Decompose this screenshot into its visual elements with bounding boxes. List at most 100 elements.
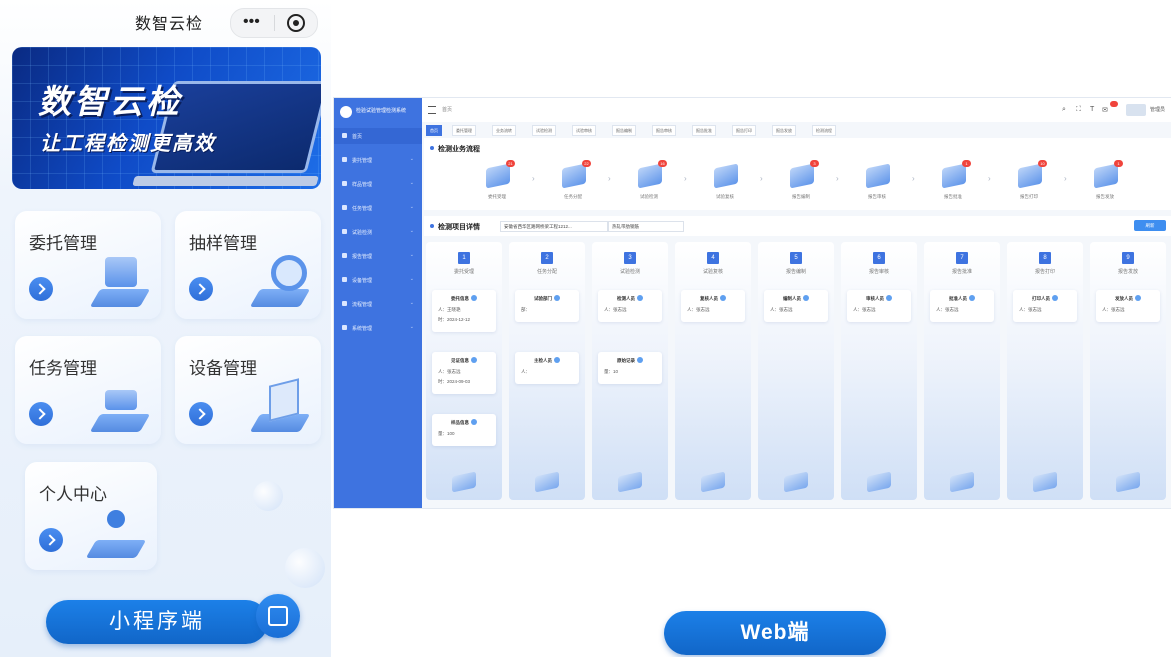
- flow-step[interactable]: 16 试验检测 ›: [624, 160, 687, 206]
- arrow-right-icon[interactable]: [39, 528, 63, 552]
- info-card[interactable]: 批准人员 人：张志远: [930, 290, 994, 322]
- mail-icon[interactable]: ✉: [1102, 106, 1108, 114]
- step-count-badge: 21: [506, 160, 515, 167]
- info-card[interactable]: 试验部门 部：: [515, 290, 579, 322]
- card-entrust[interactable]: 委托管理: [15, 211, 161, 319]
- chevron-down-icon: ⌄: [409, 252, 414, 258]
- refresh-button[interactable]: 刷新: [1134, 220, 1166, 231]
- info-card[interactable]: 打印人员 人：张志远: [1013, 290, 1077, 322]
- tab-test-flow[interactable]: 检测流程: [812, 125, 836, 136]
- flow-step[interactable]: 报告审核 ›: [852, 160, 915, 206]
- card-device[interactable]: 设备管理: [175, 336, 321, 444]
- stage-illustration-icon: [618, 471, 642, 493]
- info-card[interactable]: 主检人员 人：: [515, 352, 579, 384]
- font-size-icon[interactable]: T: [1090, 106, 1094, 113]
- stage-title: 报告审核: [868, 269, 889, 275]
- web-client-button[interactable]: Web端: [664, 611, 886, 655]
- tab-strip: 首页 委托管理 业务流转 试验检测 试验审核 报告编制 报告审核 报告批准 报告…: [422, 124, 1171, 136]
- step-count-badge: 1: [962, 160, 971, 167]
- info-card-line: 时：2024-09-03: [438, 379, 471, 384]
- logo-icon: [340, 106, 352, 118]
- business-flow-panel: 检测业务流程 21 委托受理 › 22 任务分配 › 16 试验检测 › 试验复核 › 3 报告编制 › 报…: [424, 138, 1171, 210]
- tab-business[interactable]: 业务流转: [492, 125, 516, 136]
- step-count-badge: 22: [582, 160, 591, 167]
- info-card-line: 人：张志远: [687, 307, 710, 312]
- tab-report-audit[interactable]: 报告审核: [652, 125, 676, 136]
- tab-report-edit[interactable]: 报告编制: [612, 125, 636, 136]
- card-label: 设备管理: [189, 359, 257, 378]
- stage-index: 4: [707, 252, 719, 264]
- step-icon: [1018, 163, 1042, 189]
- sidebar-item-task[interactable]: 任务管理 ⌄: [334, 200, 422, 216]
- card-profile[interactable]: 个人中心: [25, 462, 157, 570]
- project-select[interactable]: 安徽省西华区路网桥梁工程1212...: [500, 221, 608, 232]
- info-card[interactable]: 委托信息 人：王晓艳 时：2024-12-12: [432, 290, 496, 332]
- avatar[interactable]: [1126, 104, 1146, 116]
- close-target-icon[interactable]: [287, 14, 305, 32]
- tab-test[interactable]: 试验检测: [532, 125, 556, 136]
- tab-entrust[interactable]: 委托管理: [452, 125, 476, 136]
- stage-title: 试验检测: [619, 269, 640, 275]
- card-task[interactable]: 任务管理: [15, 336, 161, 444]
- flow-step[interactable]: 22 任务分配 ›: [548, 160, 611, 206]
- sidebar-item-flow[interactable]: 流程管理 ⌄: [334, 296, 422, 312]
- flow-step[interactable]: 1 报告发放: [1080, 160, 1130, 206]
- mini-program-button[interactable]: 小程序端: [46, 600, 268, 644]
- info-card-line: 量：10: [604, 369, 619, 374]
- search-icon[interactable]: ⌕: [1062, 106, 1066, 114]
- card-label: 个人中心: [39, 485, 107, 504]
- info-card-line: 人：张志远: [1102, 307, 1125, 312]
- tab-home[interactable]: 首页: [426, 125, 442, 136]
- info-card[interactable]: 见证信息 人：张志远 时：2024-09-03: [432, 352, 496, 394]
- step-count-badge: 1: [1114, 160, 1123, 167]
- flow-step[interactable]: 3 报告编制 ›: [776, 160, 839, 206]
- card-sampling[interactable]: 抽样管理: [175, 211, 321, 319]
- info-card[interactable]: 复核人员 人：张志远: [681, 290, 745, 322]
- menu-toggle-icon[interactable]: [428, 106, 436, 114]
- sidebar-item-device[interactable]: 设备管理 ⌄: [334, 272, 422, 288]
- arrow-right-icon[interactable]: [189, 277, 213, 301]
- arrow-right-icon[interactable]: [189, 402, 213, 426]
- mini-program-button-label: 小程序端: [109, 610, 205, 633]
- stage-column: 6 报告审核 审核人员 人：张志远: [841, 242, 917, 500]
- capsule-menu[interactable]: •••: [230, 8, 318, 38]
- tab-report-issue[interactable]: 报告发放: [772, 125, 796, 136]
- flow-step[interactable]: 21 委托受理 ›: [472, 160, 535, 206]
- sidebar-item-sample[interactable]: 样品管理 ⌄: [334, 176, 422, 192]
- user-name[interactable]: 管理员: [1150, 106, 1165, 113]
- flow-step[interactable]: 1 报告批准 ›: [928, 160, 991, 206]
- item-select[interactable]: 热轧带肋钢筋: [608, 221, 684, 232]
- more-icon[interactable]: •••: [243, 13, 260, 31]
- card-label: 抽样管理: [189, 234, 257, 253]
- sidebar-item-system[interactable]: 系统管理 ⌄: [334, 320, 422, 336]
- tab-report-approve[interactable]: 报告批准: [692, 125, 716, 136]
- arrow-right-icon[interactable]: [29, 402, 53, 426]
- scan-icon[interactable]: [256, 594, 300, 638]
- arrow-right-icon[interactable]: [29, 277, 53, 301]
- info-card[interactable]: 原始记录 量：10: [598, 352, 662, 384]
- fullscreen-icon[interactable]: ⛶: [1076, 106, 1081, 114]
- stage-illustration-icon: [867, 471, 891, 493]
- sidebar-item-test[interactable]: 试验检测 ⌄: [334, 224, 422, 240]
- info-card[interactable]: 发放人员 人：张志远: [1096, 290, 1160, 322]
- info-card[interactable]: 编制人员 人：张志远: [764, 290, 828, 322]
- info-card-line: 时：2024-12-12: [438, 317, 471, 322]
- sidebar-item-entrust[interactable]: 委托管理 ⌄: [334, 152, 422, 168]
- step-label: 报告审核: [868, 194, 886, 199]
- chevron-right-icon: ›: [608, 174, 611, 183]
- stage-title: 任务分配: [536, 269, 557, 275]
- info-card-title: 批准人员: [930, 295, 994, 302]
- gear-icon: [342, 325, 347, 330]
- info-card-line: 人：王晓艳: [438, 307, 461, 312]
- flow-step[interactable]: 10 报告打印 ›: [1004, 160, 1067, 206]
- sidebar-item-report[interactable]: 报告管理 ⌄: [334, 248, 422, 264]
- sidebar-item-home[interactable]: 首页: [334, 128, 422, 144]
- stage-title: 试验复核: [702, 269, 723, 275]
- info-card[interactable]: 检测人员 人：张志远: [598, 290, 662, 322]
- tab-report-print[interactable]: 报告打印: [732, 125, 756, 136]
- tab-test-review[interactable]: 试验审核: [572, 125, 596, 136]
- info-card[interactable]: 审核人员 人：张志远: [847, 290, 911, 322]
- info-card[interactable]: 样品信息 量：100: [432, 414, 496, 446]
- chevron-down-icon: ⌄: [409, 156, 414, 162]
- flow-step[interactable]: 试验复核 ›: [700, 160, 763, 206]
